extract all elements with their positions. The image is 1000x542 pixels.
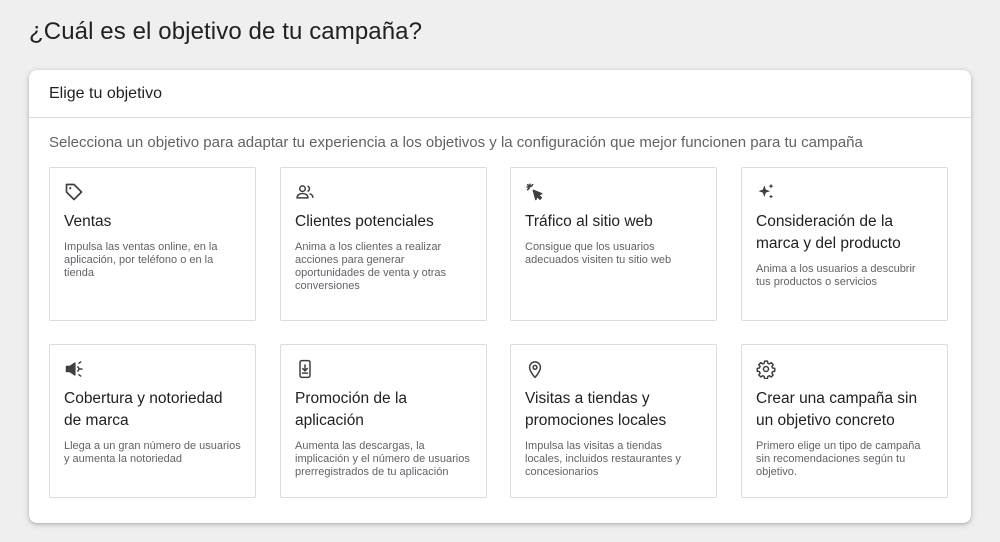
panel-header: Elige tu objetivo xyxy=(29,70,971,118)
card-description: Impulsa las visitas a tiendas locales, i… xyxy=(525,440,681,478)
panel-description: Selecciona un objetivo para adaptar tu e… xyxy=(49,134,863,151)
card-title: Consideración de la marca y del producto xyxy=(756,213,901,252)
objective-card-promocion-app[interactable]: Promoción de la aplicación Aumenta las d… xyxy=(280,344,487,498)
gear-icon xyxy=(756,359,776,379)
people-icon xyxy=(295,182,315,202)
objective-card-cobertura[interactable]: Cobertura y notoriedad de marca Llega a … xyxy=(49,344,256,498)
tag-icon xyxy=(64,182,84,202)
card-description: Aumenta las descargas, la implicación y … xyxy=(295,440,470,478)
sparkle-icon xyxy=(756,182,776,202)
card-title: Ventas xyxy=(64,213,112,230)
phone-download-icon xyxy=(295,359,315,379)
location-pin-icon xyxy=(525,359,545,379)
objective-card-clientes-potenciales[interactable]: Clientes potenciales Anima a los cliente… xyxy=(280,167,487,321)
card-title: Cobertura y notoriedad de marca xyxy=(64,390,223,429)
card-description: Llega a un gran número de usuarios y aum… xyxy=(64,440,241,465)
card-title: Crear una campaña sin un objetivo concre… xyxy=(756,390,918,429)
card-description: Impulsa las ventas online, en la aplicac… xyxy=(64,241,218,279)
objective-card-sin-objetivo[interactable]: Crear una campaña sin un objetivo concre… xyxy=(741,344,948,498)
objective-card-trafico-web[interactable]: Tráfico al sitio web Consigue que los us… xyxy=(510,167,717,321)
card-description: Anima a los clientes a realizar acciones… xyxy=(295,241,447,292)
card-description: Consigue que los usuarios adecuados visi… xyxy=(525,241,672,266)
card-title: Visitas a tiendas y promociones locales xyxy=(525,390,667,429)
objective-panel: Elige tu objetivo Selecciona un objetivo… xyxy=(29,70,971,523)
objective-card-ventas[interactable]: Ventas Impulsa las ventas online, en la … xyxy=(49,167,256,321)
card-title: Clientes potenciales xyxy=(295,213,434,230)
card-title: Promoción de la aplicación xyxy=(295,390,408,429)
megaphone-icon xyxy=(64,359,84,379)
cursor-click-icon xyxy=(525,182,545,202)
objective-card-visitas-tiendas[interactable]: Visitas a tiendas y promociones locales … xyxy=(510,344,717,498)
page-title: ¿Cuál es el objetivo de tu campaña? xyxy=(29,18,423,45)
objective-card-consideracion[interactable]: Consideración de la marca y del producto… xyxy=(741,167,948,321)
card-description: Anima a los usuarios a descubrir tus pro… xyxy=(756,263,916,288)
card-title: Tráfico al sitio web xyxy=(525,213,653,230)
card-description: Primero elige un tipo de campaña sin rec… xyxy=(756,440,921,478)
